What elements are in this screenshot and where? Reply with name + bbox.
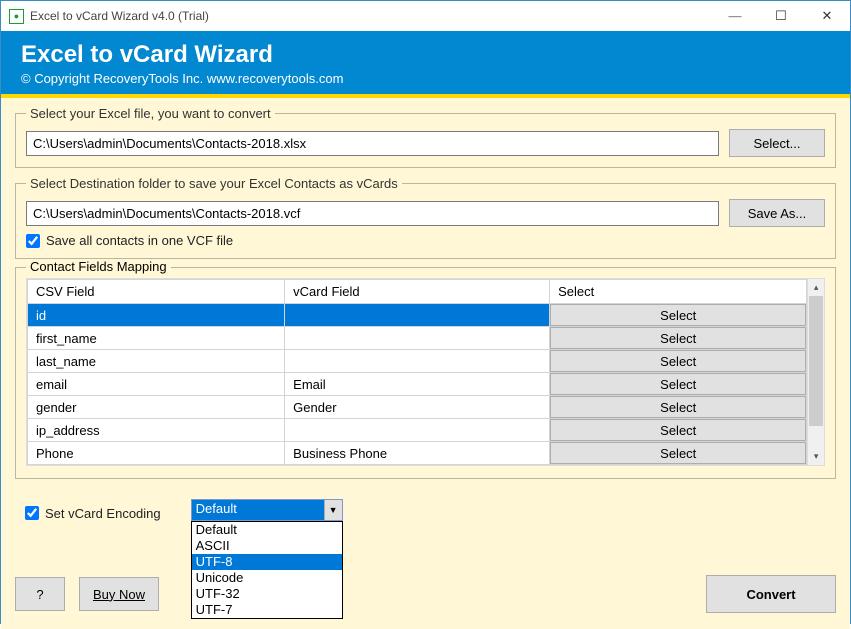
source-legend: Select your Excel file, you want to conv… xyxy=(26,106,275,121)
th-select[interactable]: Select xyxy=(550,280,807,304)
footer-bar: ? Buy Now Convert xyxy=(15,575,836,613)
vcard-cell: Email xyxy=(285,373,550,396)
dest-group: Select Destination folder to save your E… xyxy=(15,176,836,259)
mapping-legend: Contact Fields Mapping xyxy=(26,259,171,274)
single-vcf-checkbox-label[interactable]: Save all contacts in one VCF file xyxy=(26,233,825,248)
select-cell: Select xyxy=(550,442,807,465)
single-vcf-checkbox[interactable] xyxy=(26,234,40,248)
select-row-button[interactable]: Select xyxy=(550,373,806,395)
select-row-button[interactable]: Select xyxy=(550,419,806,441)
encoding-combo[interactable]: Default ▼ DefaultASCIIUTF-8UnicodeUTF-32… xyxy=(191,499,343,521)
main-panel: Select your Excel file, you want to conv… xyxy=(1,98,850,629)
table-row[interactable]: id Select xyxy=(28,304,807,327)
select-cell: Select xyxy=(550,304,807,327)
convert-button[interactable]: Convert xyxy=(706,575,836,613)
csv-cell: ip_address xyxy=(28,419,285,442)
select-cell: Select xyxy=(550,350,807,373)
table-row[interactable]: last_name Select xyxy=(28,350,807,373)
dest-legend: Select Destination folder to save your E… xyxy=(26,176,402,191)
th-csv[interactable]: CSV Field xyxy=(28,280,285,304)
source-group: Select your Excel file, you want to conv… xyxy=(15,106,836,168)
copyright: © Copyright RecoveryTools Inc. www.recov… xyxy=(21,71,830,86)
vcard-cell: Gender xyxy=(285,396,550,419)
window-title: Excel to vCard Wizard v4.0 (Trial) xyxy=(30,9,712,23)
buy-now-button[interactable]: Buy Now xyxy=(79,577,159,611)
mapping-group: Contact Fields Mapping CSV Field vCard F… xyxy=(15,267,836,479)
vcard-cell xyxy=(285,327,550,350)
scroll-thumb[interactable] xyxy=(809,296,823,426)
csv-cell: last_name xyxy=(28,350,285,373)
encoding-option[interactable]: Unicode xyxy=(192,570,342,586)
app-header: Excel to vCard Wizard © Copyright Recove… xyxy=(1,31,850,94)
table-row[interactable]: emailEmailSelect xyxy=(28,373,807,396)
maximize-button[interactable]: ☐ xyxy=(758,1,804,31)
table-row[interactable]: genderGenderSelect xyxy=(28,396,807,419)
select-row-button[interactable]: Select xyxy=(550,327,806,349)
save-as-button[interactable]: Save As... xyxy=(729,199,825,227)
select-row-button[interactable]: Select xyxy=(550,304,806,326)
dest-path-input[interactable] xyxy=(26,201,719,226)
encoding-option[interactable]: UTF-7 xyxy=(192,602,342,618)
help-button[interactable]: ? xyxy=(15,577,65,611)
select-row-button[interactable]: Select xyxy=(550,350,806,372)
scroll-down-icon[interactable]: ▾ xyxy=(808,448,824,465)
close-button[interactable]: ✕ xyxy=(804,1,850,31)
encoding-selected[interactable]: Default xyxy=(192,500,324,520)
encoding-label-text: Set vCard Encoding xyxy=(45,506,161,521)
csv-cell: id xyxy=(28,304,285,327)
csv-cell: first_name xyxy=(28,327,285,350)
encoding-option[interactable]: UTF-8 xyxy=(192,554,342,570)
app-icon: ● xyxy=(9,9,24,24)
table-row[interactable]: PhoneBusiness PhoneSelect xyxy=(28,442,807,465)
select-row-button[interactable]: Select xyxy=(550,396,806,418)
app-title: Excel to vCard Wizard xyxy=(21,41,830,69)
table-row[interactable]: ip_address Select xyxy=(28,419,807,442)
vcard-cell xyxy=(285,419,550,442)
select-row-button[interactable]: Select xyxy=(550,442,806,464)
csv-cell: email xyxy=(28,373,285,396)
table-row[interactable]: first_name Select xyxy=(28,327,807,350)
source-path-input[interactable] xyxy=(26,131,719,156)
encoding-option[interactable]: UTF-32 xyxy=(192,586,342,602)
vcard-cell xyxy=(285,304,550,327)
titlebar: ● Excel to vCard Wizard v4.0 (Trial) — ☐… xyxy=(1,1,850,31)
select-cell: Select xyxy=(550,396,807,419)
mapping-table: CSV Field vCard Field Select idSelectfir… xyxy=(27,279,807,465)
csv-cell: Phone xyxy=(28,442,285,465)
vcard-cell: Business Phone xyxy=(285,442,550,465)
encoding-option[interactable]: ASCII xyxy=(192,538,342,554)
encoding-checkbox-label[interactable]: Set vCard Encoding xyxy=(25,506,161,521)
single-vcf-text: Save all contacts in one VCF file xyxy=(46,233,233,248)
th-vcard[interactable]: vCard Field xyxy=(285,280,550,304)
encoding-checkbox[interactable] xyxy=(25,506,39,520)
encoding-option[interactable]: Default xyxy=(192,522,342,538)
vcard-cell xyxy=(285,350,550,373)
encoding-dropdown[interactable]: DefaultASCIIUTF-8UnicodeUTF-32UTF-7 xyxy=(191,521,343,619)
select-cell: Select xyxy=(550,373,807,396)
chevron-down-icon[interactable]: ▼ xyxy=(324,500,342,520)
select-source-button[interactable]: Select... xyxy=(729,129,825,157)
mapping-scrollbar[interactable]: ▴ ▾ xyxy=(807,279,824,465)
select-cell: Select xyxy=(550,327,807,350)
csv-cell: gender xyxy=(28,396,285,419)
scroll-up-icon[interactable]: ▴ xyxy=(808,279,824,296)
minimize-button[interactable]: — xyxy=(712,1,758,31)
select-cell: Select xyxy=(550,419,807,442)
